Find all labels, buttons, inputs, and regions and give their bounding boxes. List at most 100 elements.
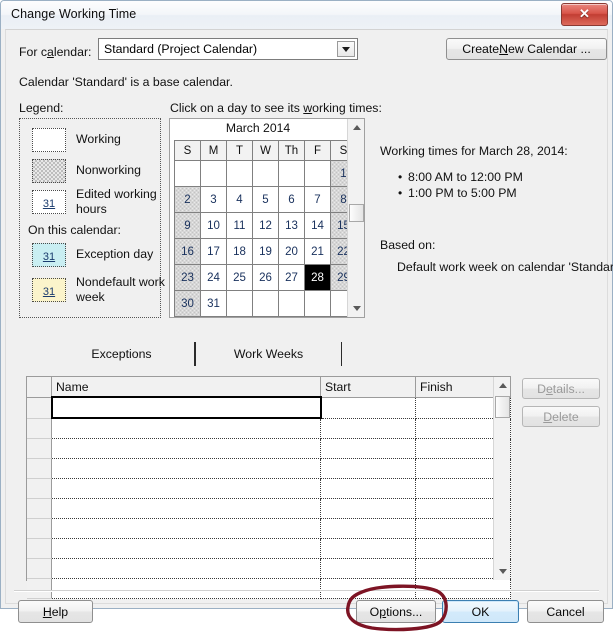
ok-button[interactable]: OK [442, 600, 519, 623]
chevron-down-icon [342, 46, 350, 52]
calendar-body: 1 2 3 4 5 6 7 8 9 10 11 12 13 14 15 16 17 18 19 20 21 22 23 24 2… [174, 160, 357, 317]
table-cell-name[interactable] [51, 438, 321, 459]
table-cell-start[interactable] [320, 578, 416, 599]
calendar-day-2[interactable]: 2 [174, 186, 201, 213]
legend-badge-31-nondefault: 31 [42, 286, 56, 298]
exceptions-table[interactable]: Name Start Finish [27, 377, 511, 599]
table-row-number[interactable] [27, 518, 52, 539]
calendar-day-9[interactable]: 9 [174, 212, 201, 239]
calendar-day-11[interactable]: 11 [226, 212, 253, 239]
calendar-header-tue: T [226, 140, 253, 161]
calendar-day-empty [252, 160, 279, 187]
calendar-day-25[interactable]: 25 [226, 264, 253, 291]
calendar-day-21[interactable]: 21 [304, 238, 331, 265]
table-cell-finish[interactable] [415, 578, 511, 599]
options-button[interactable]: Op tions... [356, 600, 436, 623]
table-row[interactable] [27, 418, 511, 439]
table-row-number[interactable] [27, 498, 52, 519]
calendar-day-23[interactable]: 23 [174, 264, 201, 291]
table-row-number[interactable] [27, 397, 52, 419]
exceptions-scroll-up-button[interactable] [494, 377, 511, 394]
table-row-number[interactable] [27, 558, 52, 579]
table-cell-start[interactable] [320, 418, 416, 439]
calendar-day-3[interactable]: 3 [200, 186, 227, 213]
calendar-day-14[interactable]: 14 [304, 212, 331, 239]
calendar-day-31[interactable]: 31 [200, 290, 227, 317]
table-cell-name[interactable] [51, 498, 321, 519]
table-row[interactable] [27, 578, 511, 599]
legend-on-this-calendar-heading: On this calendar: [28, 223, 121, 237]
cancel-button[interactable]: Cancel [527, 600, 604, 623]
table-row[interactable] [27, 396, 511, 419]
calendar-day-24[interactable]: 24 [200, 264, 227, 291]
table-row[interactable] [27, 458, 511, 479]
table-cell-start[interactable] [320, 438, 416, 459]
table-row[interactable] [27, 518, 511, 539]
cancel-button-label: Cancel [546, 604, 585, 619]
table-cell-name[interactable] [51, 518, 321, 539]
calendar-day-27[interactable]: 27 [278, 264, 305, 291]
help-button[interactable]: Help [18, 600, 93, 623]
calendar-day-20[interactable]: 20 [278, 238, 305, 265]
table-cell-name[interactable] [51, 538, 321, 559]
table-cell-start[interactable] [320, 498, 416, 519]
tab-exceptions[interactable]: Exceptions [48, 342, 195, 366]
tab-work-weeks[interactable]: Work Weeks [195, 342, 342, 366]
calendar-day-7[interactable]: 7 [304, 186, 331, 213]
for-calendar-dropdown-arrow[interactable] [337, 41, 355, 57]
calendar-widget[interactable]: March 2014 S M T W Th F S 1 2 3 4 5 6 7 8 9 10 11 1… [169, 118, 365, 318]
calendar-day-17[interactable]: 17 [200, 238, 227, 265]
table-row[interactable] [27, 538, 511, 559]
calendar-week-row: 23 24 25 26 27 28 29 [174, 264, 357, 291]
table-cell-start[interactable] [320, 518, 416, 539]
table-row[interactable] [27, 478, 511, 499]
close-button[interactable]: ✕ [561, 3, 608, 26]
table-row-number[interactable] [27, 418, 52, 439]
delete-button[interactable]: Delete [522, 406, 600, 427]
calendar-day-4[interactable]: 4 [226, 186, 253, 213]
table-cell-name[interactable] [50, 396, 322, 419]
calendar-day-13[interactable]: 13 [278, 212, 305, 239]
table-row[interactable] [27, 498, 511, 519]
table-cell-name[interactable] [51, 478, 321, 499]
calendar-day-16[interactable]: 16 [174, 238, 201, 265]
table-cell-start[interactable] [320, 458, 416, 479]
calendar-day-19[interactable]: 19 [252, 238, 279, 265]
calendar-day-6[interactable]: 6 [278, 186, 305, 213]
table-row[interactable] [27, 438, 511, 459]
calendar-day-10[interactable]: 10 [200, 212, 227, 239]
table-row-number[interactable] [27, 458, 52, 479]
table-cell-start[interactable] [320, 397, 416, 419]
table-row-number[interactable] [27, 438, 52, 459]
table-cell-name[interactable] [51, 578, 321, 599]
exceptions-grid[interactable]: Name Start Finish [26, 376, 511, 599]
create-new-calendar-button[interactable]: Create New Calendar ... [446, 38, 607, 60]
table-row-number[interactable] [27, 538, 52, 559]
calendar-day-26[interactable]: 26 [252, 264, 279, 291]
for-calendar-combobox[interactable]: Standard (Project Calendar) [98, 38, 358, 60]
calendar-day-18[interactable]: 18 [226, 238, 253, 265]
table-cell-name[interactable] [51, 458, 321, 479]
calendar-scrollbar[interactable] [347, 119, 364, 317]
table-cell-name[interactable] [51, 418, 321, 439]
table-row[interactable] [27, 558, 511, 579]
details-button[interactable]: De tails... [522, 378, 600, 399]
table-cell-name[interactable] [51, 558, 321, 579]
exceptions-scroll-thumb[interactable] [495, 396, 510, 418]
table-cell-start[interactable] [320, 538, 416, 559]
calendar-scroll-up-button[interactable] [348, 119, 365, 136]
calendar-grid[interactable]: S M T W Th F S 1 2 3 4 5 6 7 8 9 10 11 12 13 14 15 16 17… [174, 140, 357, 317]
calendar-day-28[interactable]: 28 [304, 264, 331, 291]
calendar-scroll-down-button[interactable] [348, 300, 365, 317]
calendar-day-5[interactable]: 5 [252, 186, 279, 213]
calendar-day-30[interactable]: 30 [174, 290, 201, 317]
table-cell-start[interactable] [320, 558, 416, 579]
calendar-day-12[interactable]: 12 [252, 212, 279, 239]
table-cell-start[interactable] [320, 478, 416, 499]
calendar-scroll-thumb[interactable] [349, 204, 364, 222]
legend-label-edited-hours-line2: hours [76, 202, 107, 216]
exceptions-scroll-down-button[interactable] [494, 563, 511, 580]
table-row-number[interactable] [27, 578, 52, 599]
table-row-number[interactable] [27, 478, 52, 499]
exceptions-scrollbar[interactable] [493, 377, 510, 580]
